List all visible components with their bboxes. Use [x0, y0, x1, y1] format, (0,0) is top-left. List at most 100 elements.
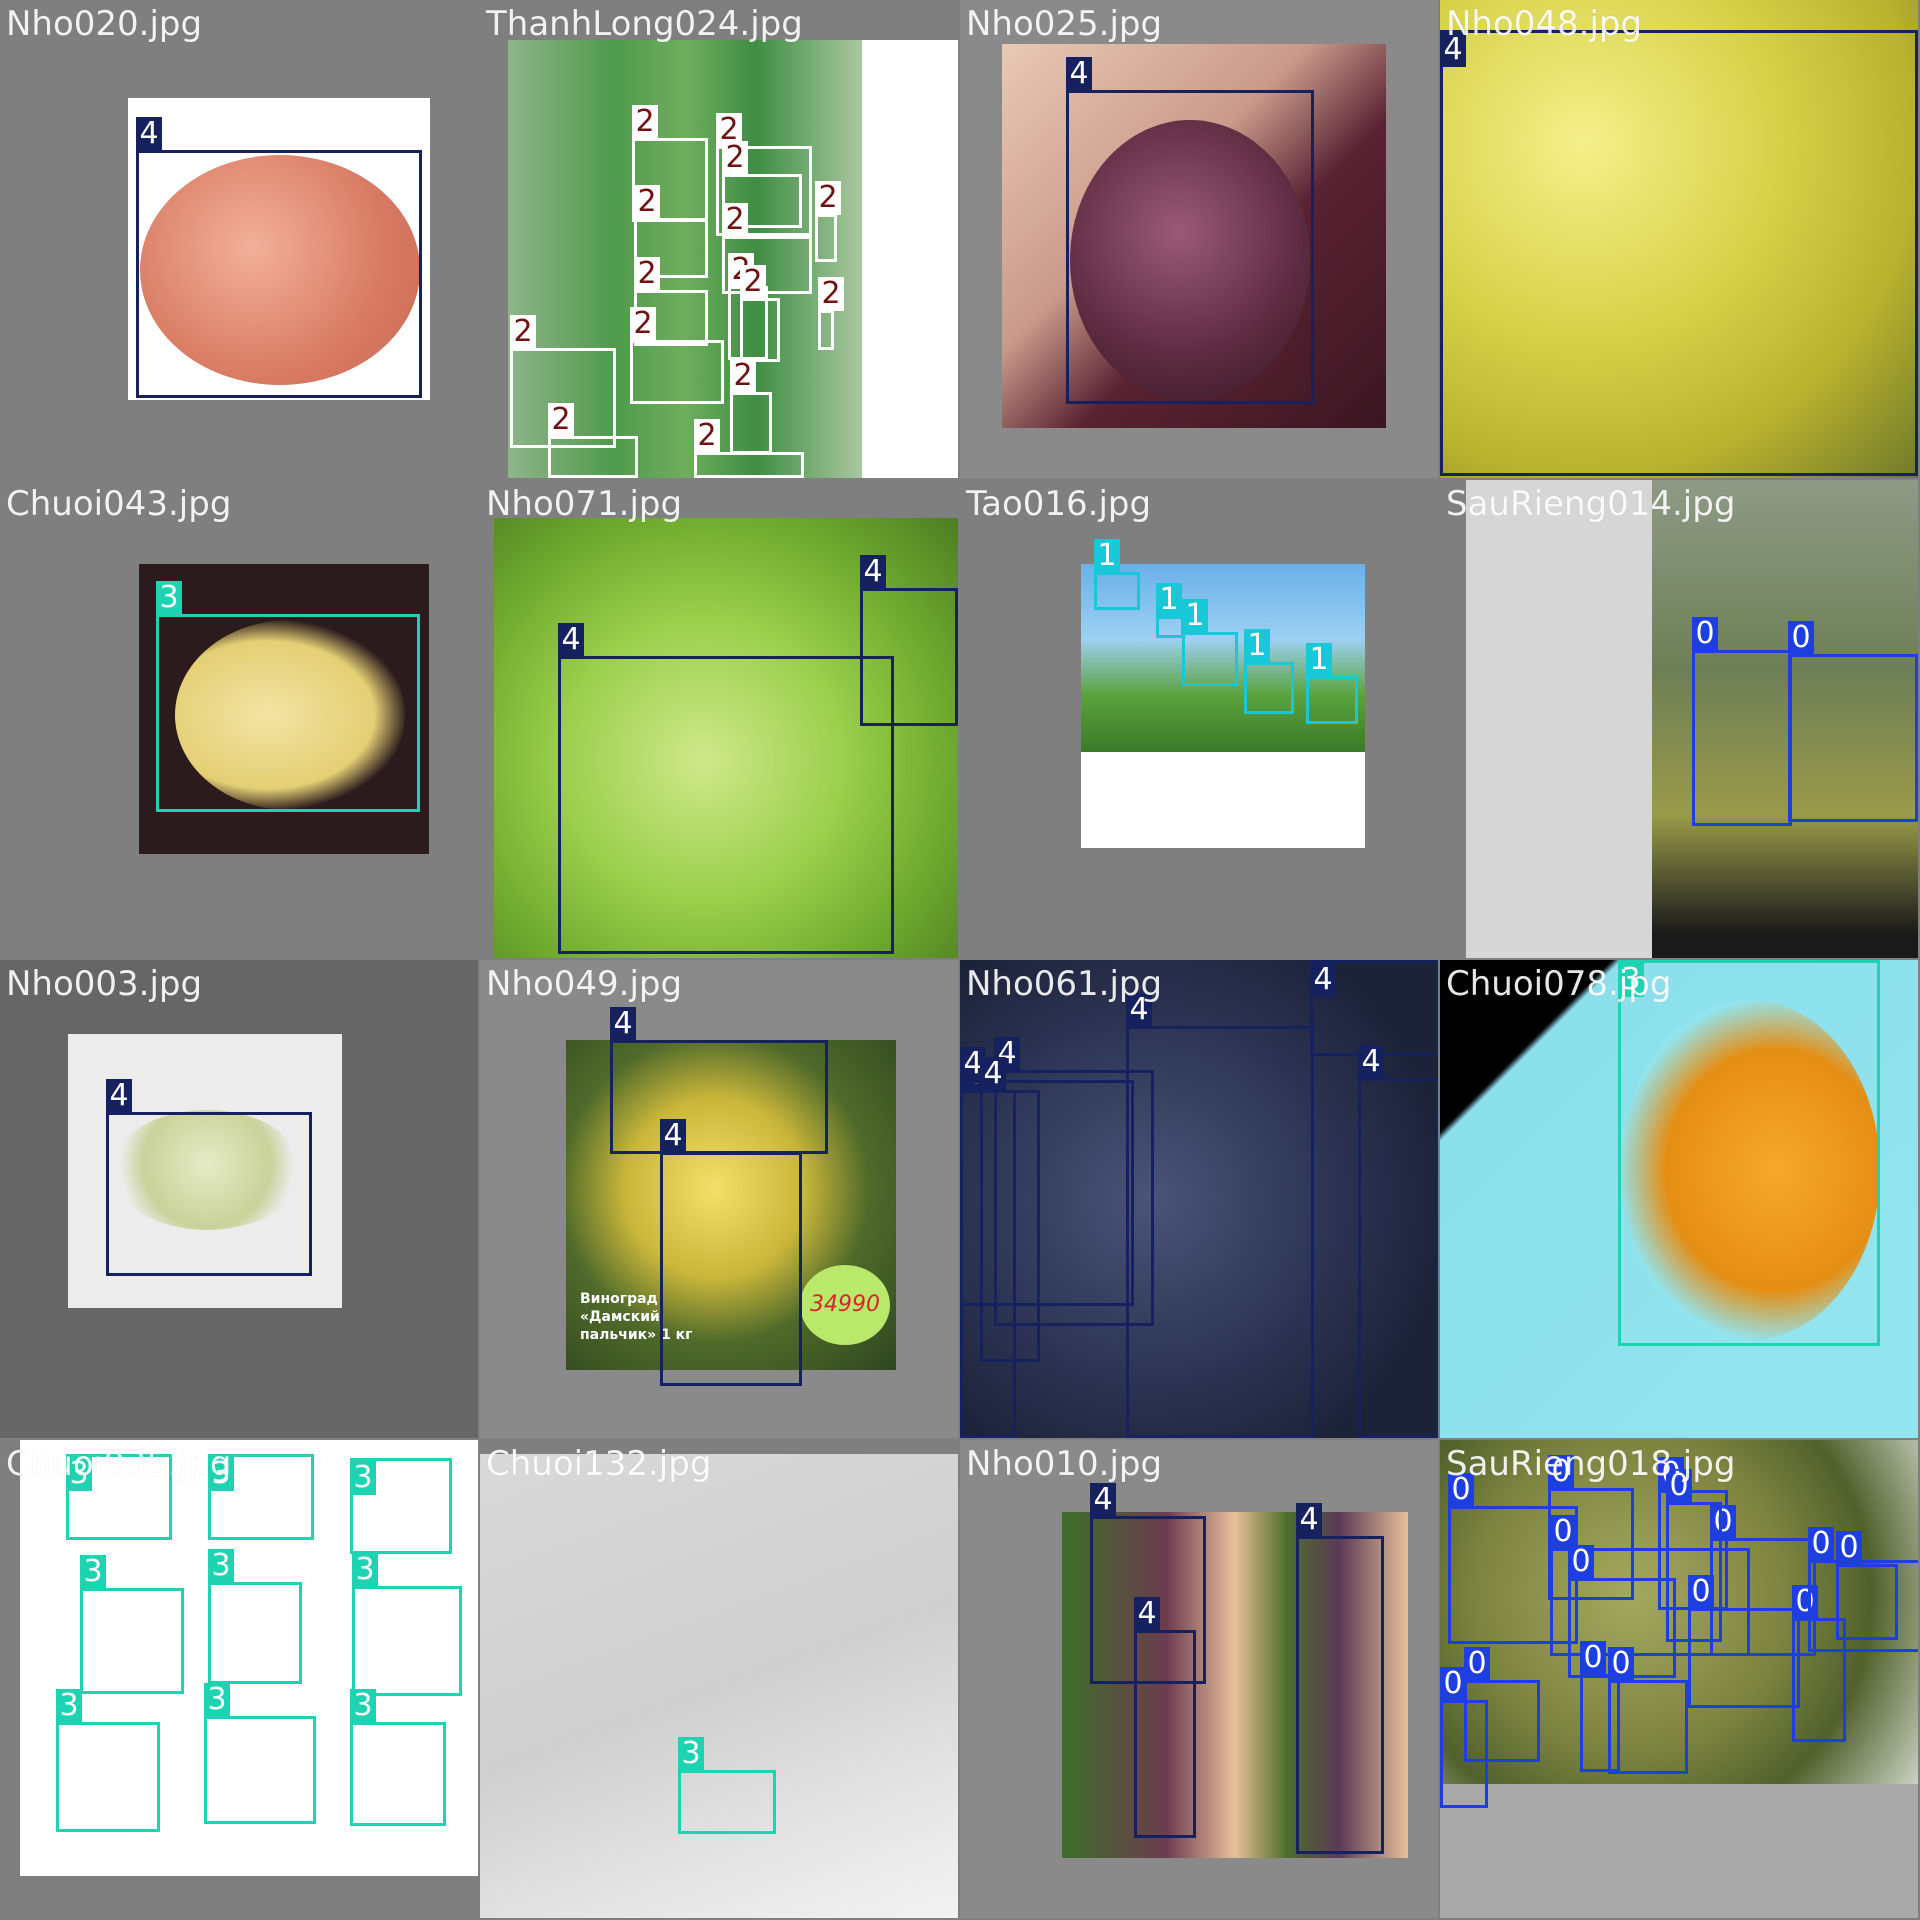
class-label: 2 — [740, 265, 766, 299]
class-label: 3 — [208, 1549, 234, 1583]
detection-box-class-2: 2 — [740, 265, 780, 362]
detection-box-class-1: 1 — [1156, 583, 1184, 638]
detection-box-class-2: 2 — [630, 307, 724, 404]
detection-box-class-0: 0 — [1688, 1575, 1800, 1708]
tile-tao016: Tao016.jpg 11111 — [960, 480, 1438, 958]
detection-box-class-3: 3 — [352, 1553, 462, 1696]
class-label: 0 — [1608, 1647, 1634, 1681]
detection-box-class-4: 4 — [860, 555, 958, 726]
class-label: 3 — [156, 581, 182, 615]
detection-box-class-2: 2 — [730, 359, 772, 454]
detection-box-class-4: 4 — [660, 1119, 802, 1386]
detection-box-class-4: 4 — [980, 1057, 1040, 1362]
detection-box-class-3: 3 — [1618, 960, 1880, 1346]
class-label: 2 — [730, 359, 756, 393]
detection-box-class-3: 3 — [350, 1689, 446, 1826]
tile-filename: Nho010.jpg — [966, 1444, 1163, 1484]
tile-chuoi078: Chuoi078.jpg 3 — [1440, 960, 1918, 1438]
class-label: 4 — [1066, 57, 1092, 91]
detection-box-class-3: 3 — [80, 1555, 184, 1694]
tile-filename: SauRieng018.jpg — [1446, 1444, 1736, 1484]
detection-box-class-3: 3 — [56, 1689, 160, 1832]
tile-filename: ThanhLong024.jpg — [486, 4, 803, 44]
tile-filename: Nho003.jpg — [6, 964, 203, 1004]
class-label: 4 — [1310, 963, 1336, 997]
tile-filename: Nho025.jpg — [966, 4, 1163, 44]
detection-box-class-0: 0 — [1608, 1647, 1688, 1774]
detection-box-class-3: 3 — [208, 1549, 302, 1684]
tile-filename: Chuoi035.jpg — [6, 1444, 232, 1484]
tile-filename: Chuoi078.jpg — [1446, 964, 1672, 1004]
class-label: 4 — [980, 1057, 1006, 1091]
tile-saurieng014: SauRieng014.jpg 0 0 — [1440, 480, 1918, 958]
tile-filename: Tao016.jpg — [966, 484, 1152, 524]
class-label: 0 — [1580, 1641, 1606, 1675]
detection-box-class-0: 0 — [1788, 621, 1918, 822]
detection-box-class-4: 4 — [1066, 57, 1314, 404]
class-label: 2 — [722, 203, 748, 237]
detection-box-class-0: 0 — [1464, 1647, 1540, 1762]
class-label: 3 — [80, 1555, 106, 1589]
detection-box-class-1: 1 — [1306, 643, 1358, 724]
tile-filename: SauRieng014.jpg — [1446, 484, 1736, 524]
detection-box-class-4: 4 — [610, 1007, 828, 1154]
tile-filename: Nho020.jpg — [6, 4, 203, 44]
class-label: 1 — [1156, 583, 1182, 617]
class-label: 2 — [818, 277, 844, 311]
class-label: 0 — [1568, 1545, 1594, 1579]
class-label: 0 — [1788, 621, 1814, 655]
class-label: 4 — [1090, 1483, 1116, 1517]
class-label: 4 — [1134, 1597, 1160, 1631]
class-label: 4 — [1358, 1045, 1384, 1079]
class-label: 2 — [722, 141, 748, 175]
detection-box-class-1: 1 — [1182, 599, 1238, 686]
class-label: 2 — [510, 315, 536, 349]
class-label: 1 — [1182, 599, 1208, 633]
tile-image — [480, 1454, 958, 1918]
detection-box-class-4: 4 — [1134, 1597, 1196, 1838]
price-tag: 34990 — [800, 1265, 890, 1345]
tile-filename: Nho048.jpg — [1446, 4, 1643, 44]
detection-box-class-4: 4 — [558, 623, 894, 954]
tile-nho020: Nho020.jpg 4 — [0, 0, 478, 478]
class-label: 0 — [1692, 617, 1718, 651]
class-label: 0 — [1464, 1647, 1490, 1681]
tile-nho048: Nho048.jpg 4 — [1440, 0, 1918, 478]
class-label: 2 — [694, 419, 720, 453]
class-label: 4 — [1296, 1503, 1322, 1537]
detection-box-class-4: 4 — [1126, 993, 1314, 1438]
tile-chuoi043: Chuoi043.jpg 3 — [0, 480, 478, 958]
detection-box-class-2: 2 — [818, 277, 844, 350]
tile-nho071: Nho071.jpg 4 4 — [480, 480, 958, 958]
class-label: 0 — [1688, 1575, 1714, 1609]
detection-box-class-4: 4 — [1358, 1045, 1438, 1438]
tile-nho025: Nho025.jpg 4 — [960, 0, 1438, 478]
tile-nho003: Nho003.jpg 4 — [0, 960, 478, 1438]
detection-box-class-3: 3 — [350, 1458, 452, 1554]
detection-box-class-1: 1 — [1244, 629, 1294, 714]
tile-filename: Nho071.jpg — [486, 484, 683, 524]
class-label: 2 — [815, 181, 841, 215]
class-label: 4 — [660, 1119, 686, 1153]
class-label: 1 — [1244, 629, 1270, 663]
detection-mosaic: Nho020.jpg 4 ThanhLong024.jpg 2222222222… — [0, 0, 1920, 1920]
class-label: 4 — [860, 555, 886, 589]
class-label: 3 — [350, 1461, 376, 1495]
class-label: 1 — [1306, 643, 1332, 677]
detection-box-class-4: 4 — [106, 1079, 312, 1276]
class-label: 2 — [634, 185, 660, 219]
class-label: 0 — [1440, 1667, 1466, 1701]
detection-box-class-2: 2 — [815, 181, 841, 262]
class-label: 2 — [632, 105, 658, 139]
class-label: 3 — [352, 1553, 378, 1587]
class-label: 1 — [1094, 539, 1120, 573]
detection-box-class-4: 4 — [1440, 30, 1918, 476]
detection-box-class-4: 4 — [1310, 960, 1438, 1056]
class-label: 4 — [610, 1007, 636, 1041]
tile-nho049: Виноград «Дамский пальчик» 1 кг 34990 Nh… — [480, 960, 958, 1438]
class-label: 3 — [350, 1689, 376, 1723]
tile-chuoi035: Chuoi035.jpg 333333333 — [0, 1440, 478, 1918]
class-label: 0 — [1808, 1527, 1834, 1561]
detection-box-class-4: 4 — [136, 117, 422, 398]
class-label: 4 — [106, 1079, 132, 1113]
